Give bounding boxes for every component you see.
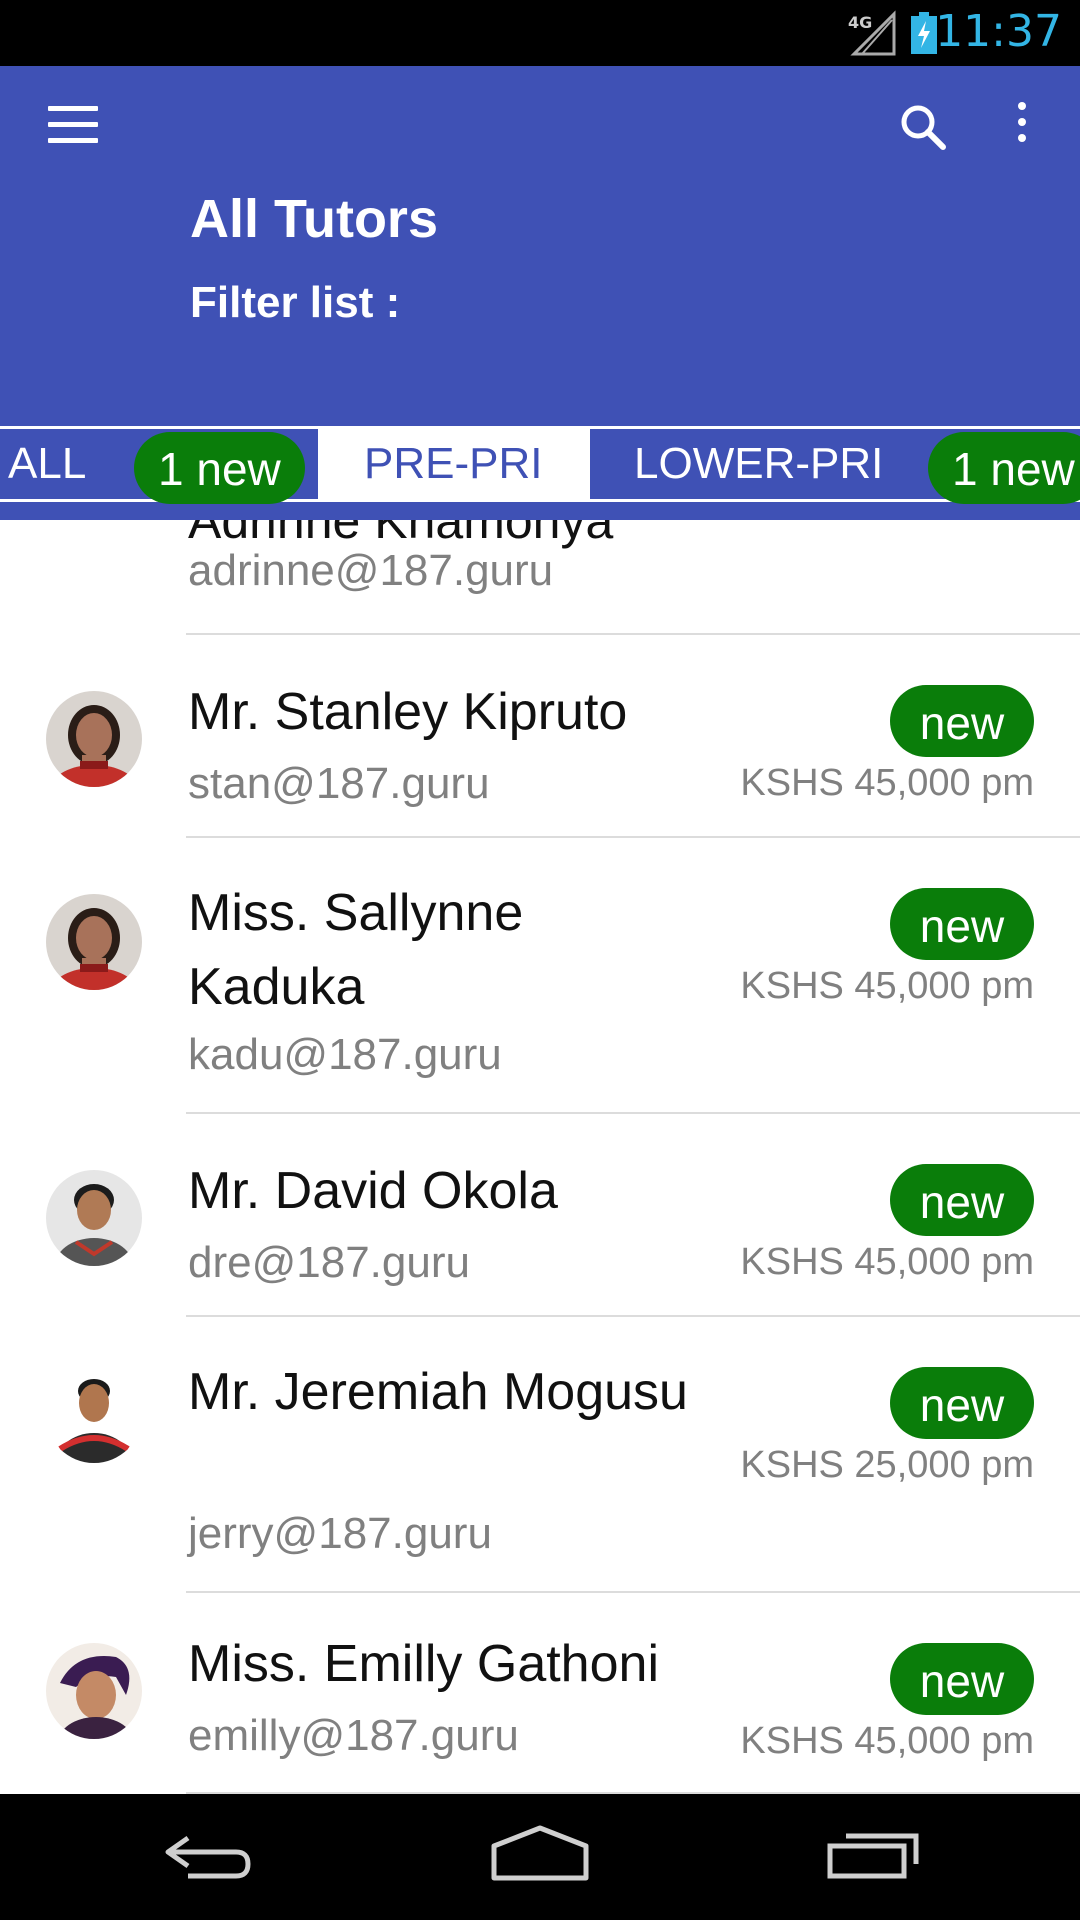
tutor-row[interactable]: Mr. David Okola dre@187.guru new KSHS 45…: [0, 1114, 1080, 1316]
new-badge: new: [890, 1643, 1034, 1715]
tutor-name: Miss. Sallynne Kaduka: [188, 884, 524, 1016]
tutor-avatar: [46, 1367, 142, 1463]
tutor-row[interactable]: Mr. Jeremiah Mogusu jerry@187.guru new K…: [0, 1317, 1080, 1593]
tutor-email: kadu@187.guru: [188, 1030, 502, 1079]
tutor-email: stan@187.guru: [188, 759, 490, 808]
svg-text:4G: 4G: [848, 13, 872, 32]
tutor-price: KSHS 45,000 pm: [740, 1720, 1034, 1762]
home-icon[interactable]: [490, 1822, 590, 1892]
tutor-row[interactable]: Mr. Stanley Kipruto stan@187.guru new KS…: [0, 635, 1080, 837]
new-badge: new: [890, 1164, 1034, 1236]
tutor-avatar: [46, 894, 142, 990]
tutor-row[interactable]: Miss. Sallynne Kaduka kadu@187.guru new …: [0, 838, 1080, 1114]
tutor-price: KSHS 25,000 pm: [740, 1444, 1034, 1486]
tutor-name: Mr. David Okola: [188, 1162, 558, 1220]
tutor-avatar: [46, 1170, 142, 1266]
tab-new-badge: 1 new: [928, 432, 1080, 504]
status-bar: 4G 11:37: [0, 0, 1080, 66]
hamburger-menu-button[interactable]: [48, 106, 98, 146]
tutor-email: dre@187.guru: [188, 1238, 470, 1287]
tab-label: LOWER-PRI: [634, 439, 884, 488]
tab-pre-pri[interactable]: PRE-PRI: [318, 426, 590, 502]
tutor-email: jerry@187.guru: [188, 1509, 492, 1558]
back-icon[interactable]: [160, 1822, 256, 1892]
overflow-menu-icon[interactable]: [1006, 102, 1038, 152]
system-nav-bar: [0, 1794, 1080, 1920]
tutor-price: KSHS 45,000 pm: [740, 965, 1034, 1007]
tutor-avatar: [46, 1643, 142, 1739]
tab-label: ALL: [8, 439, 87, 488]
menu-icon: [48, 106, 98, 111]
filter-list-label: Filter list :: [190, 278, 401, 327]
tutor-email: emilly@187.guru: [188, 1711, 519, 1760]
tutor-price: KSHS 45,000 pm: [740, 762, 1034, 804]
new-badge: new: [890, 685, 1034, 757]
tutor-price: KSHS 45,000 pm: [740, 1241, 1034, 1283]
new-badge: new: [890, 1367, 1034, 1439]
tutor-name: Mr. Stanley Kipruto: [188, 683, 628, 741]
recent-apps-icon[interactable]: [826, 1822, 922, 1892]
page-title: All Tutors: [190, 189, 438, 249]
battery-charging-icon: [911, 12, 937, 54]
tutor-name: Miss. Emilly Gathoni: [188, 1635, 659, 1693]
tab-new-badge: 1 new: [134, 432, 305, 504]
status-clock: 11:37: [935, 6, 1062, 57]
app-bar: All Tutors Filter list :: [0, 66, 1080, 422]
tutor-list[interactable]: Adrinne Khamonya adrinne@187.guru Mr. St…: [0, 520, 1080, 1794]
tab-label: PRE-PRI: [364, 439, 543, 488]
tutor-row[interactable]: Miss. Emilly Gathoni emilly@187.guru new…: [0, 1593, 1080, 1794]
search-icon[interactable]: [898, 102, 948, 152]
cellular-signal-icon: 4G: [848, 10, 896, 56]
tutor-email: adrinne@187.guru: [188, 546, 554, 595]
new-badge: new: [890, 888, 1034, 960]
tutor-name: Mr. Jeremiah Mogusu: [188, 1363, 688, 1421]
filter-tab-bar: ALL 1 new PRE-PRI LOWER-PRI 1 new: [0, 422, 1080, 520]
tutor-avatar: [46, 691, 142, 787]
